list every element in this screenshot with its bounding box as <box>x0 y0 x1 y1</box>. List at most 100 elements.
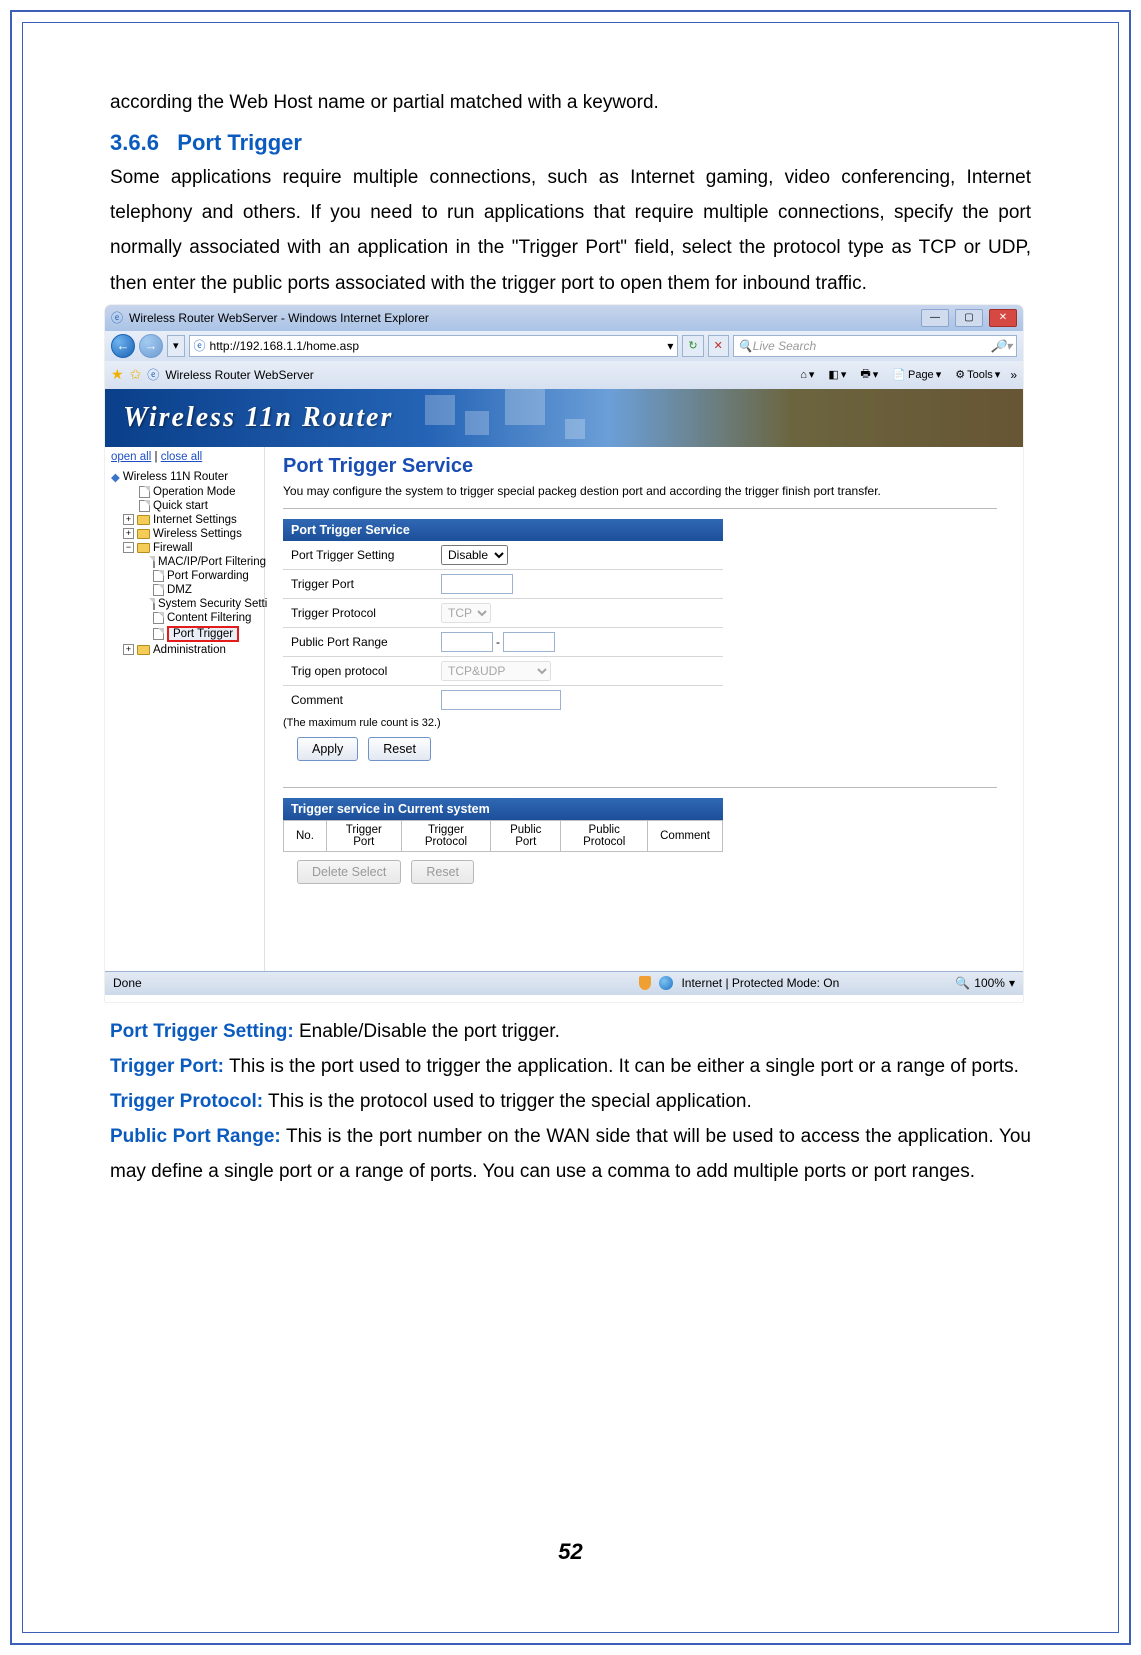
tools-tool[interactable]: ⚙ Tools ▾ <box>951 368 1004 381</box>
row-trigger-port: Trigger Port <box>283 570 723 599</box>
tree-group-firewall[interactable]: − Firewall <box>111 541 260 555</box>
feed-tool[interactable]: ◧ ▾ <box>824 368 850 381</box>
tree-group-wireless[interactable]: + Wireless Settings <box>111 527 260 541</box>
search-field[interactable]: 🔍 Live Search 🔎▾ <box>733 335 1017 357</box>
zoom-icon: 🔍 <box>955 976 970 990</box>
folder-icon <box>137 645 150 655</box>
row-open-proto: Trig open protocol TCP&UDP <box>283 657 723 686</box>
add-favorite-icon[interactable]: ✩ <box>130 366 142 383</box>
minimize-button[interactable]: — <box>921 309 949 327</box>
close-button[interactable]: ✕ <box>989 309 1017 327</box>
section-body: Some applications require multiple conne… <box>110 160 1031 301</box>
label-trigger-port: Trigger Port <box>291 577 441 591</box>
col-pub-proto: Public Protocol <box>561 820 648 851</box>
tree-item-mac-filter[interactable]: MAC/IP/Port Filtering <box>111 555 260 569</box>
collapse-icon[interactable]: − <box>123 542 134 553</box>
rss-icon: ◧ <box>828 368 838 381</box>
tree-item-quick-start[interactable]: Quick start <box>111 499 260 513</box>
definition-term: Public Port Range: <box>110 1126 281 1147</box>
page-tool-icon: 📄 <box>892 368 906 381</box>
tree-item-port-forwarding[interactable]: Port Forwarding <box>111 569 260 583</box>
definition-text: This is the port used to trigger the app… <box>224 1056 1019 1077</box>
col-trig-proto: Trigger Protocol <box>401 820 490 851</box>
definitions-block: Port Trigger Setting: Enable/Disable the… <box>110 1014 1031 1190</box>
maximize-button[interactable]: ▢ <box>955 309 983 327</box>
current-trigger-table: No. Trigger Port Trigger Protocol Public… <box>283 820 723 852</box>
tree-item-port-trigger[interactable]: Port Trigger <box>111 625 260 643</box>
favorites-star-icon[interactable]: ★ <box>111 366 124 383</box>
zoom-value: 100% <box>974 976 1005 990</box>
status-zone: Internet | Protected Mode: On <box>681 976 839 990</box>
home-icon: ⌂ <box>800 369 807 381</box>
tab-ie-icon: ⓔ <box>147 366 159 383</box>
tree-controls: open all | close all <box>111 451 260 463</box>
expand-icon[interactable]: + <box>123 644 134 655</box>
tree-item-sys-security[interactable]: System Security Setti <box>111 597 260 611</box>
folder-icon <box>137 515 150 525</box>
page-icon <box>153 556 155 568</box>
stop-button[interactable]: ✕ <box>708 335 729 357</box>
chevron-down-icon: ▾ <box>1009 976 1015 990</box>
section-title: Port Trigger <box>177 130 302 155</box>
refresh-button[interactable]: ↻ <box>682 335 703 357</box>
current-header: Trigger service in Current system <box>283 798 723 820</box>
definition-term: Trigger Port: <box>110 1056 224 1077</box>
input-trigger-port[interactable] <box>441 574 513 594</box>
form-header: Port Trigger Service <box>283 519 723 541</box>
input-public-end[interactable] <box>503 632 555 652</box>
tree-item-operation-mode[interactable]: Operation Mode <box>111 485 260 499</box>
input-comment[interactable] <box>441 690 561 710</box>
ie-icon: ⓔ <box>111 309 123 326</box>
reset-button-2[interactable]: Reset <box>411 860 474 884</box>
home-tool[interactable]: ⌂ ▾ <box>796 368 818 381</box>
max-rule-note: (The maximum rule count is 32.) <box>283 717 997 729</box>
window-titlebar: ⓔ Wireless Router WebServer - Windows In… <box>105 305 1023 331</box>
globe-icon <box>659 976 673 990</box>
folder-icon <box>137 543 150 553</box>
select-trigger-proto[interactable]: TCP <box>441 603 491 623</box>
apply-button[interactable]: Apply <box>297 737 358 761</box>
page-icon <box>153 584 164 596</box>
shield-icon <box>639 976 651 990</box>
print-tool[interactable]: 🖶 ▾ <box>856 365 882 384</box>
url-field[interactable]: ⓔ http://192.168.1.1/home.asp ▾ <box>189 335 679 357</box>
print-icon: 🖶 <box>860 365 870 384</box>
current-trigger-box: Trigger service in Current system No. Tr… <box>283 798 723 852</box>
forward-button[interactable]: → <box>139 334 163 358</box>
tree-group-admin[interactable]: + Administration <box>111 643 260 657</box>
page-icon <box>153 612 164 624</box>
address-bar: ← → ▾ ⓔ http://192.168.1.1/home.asp ▾ ↻ … <box>105 331 1023 361</box>
tree-root[interactable]: ◆ Wireless 11N Router <box>111 469 260 485</box>
page-icon <box>139 486 150 498</box>
close-all-link[interactable]: close all <box>161 451 203 463</box>
back-button[interactable]: ← <box>111 334 135 358</box>
expand-icon[interactable]: + <box>123 528 134 539</box>
input-public-start[interactable] <box>441 632 493 652</box>
range-dash: - <box>493 635 503 649</box>
select-open-proto[interactable]: TCP&UDP <box>441 661 551 681</box>
select-setting[interactable]: Disable <box>441 545 508 565</box>
label-public-range: Public Port Range <box>291 635 441 649</box>
definition-term: Trigger Protocol: <box>110 1091 263 1112</box>
tree-item-content-filter[interactable]: Content Filtering <box>111 611 260 625</box>
reset-button[interactable]: Reset <box>368 737 431 761</box>
toolbar-chevron-icon[interactable]: » <box>1010 368 1017 382</box>
page-icon <box>153 598 155 610</box>
search-go-icon[interactable]: 🔎▾ <box>991 339 1012 353</box>
section-number: 3.6.6 <box>110 130 159 155</box>
gear-icon: ⚙ <box>955 368 965 381</box>
label-trigger-proto: Trigger Protocol <box>291 606 441 620</box>
url-chevron-icon[interactable]: ▾ <box>667 339 673 353</box>
tree-group-internet[interactable]: + Internet Settings <box>111 513 260 527</box>
router-icon: ◆ <box>111 470 120 484</box>
tree-item-dmz[interactable]: DMZ <box>111 583 260 597</box>
page-tool[interactable]: 📄 Page ▾ <box>888 368 945 381</box>
row-setting: Port Trigger Setting Disable <box>283 541 723 570</box>
tree-item-port-trigger-highlight: Port Trigger <box>167 626 239 642</box>
port-trigger-form: Port Trigger Service Port Trigger Settin… <box>283 519 723 714</box>
delete-select-button[interactable]: Delete Select <box>297 860 401 884</box>
open-all-link[interactable]: open all <box>111 451 151 463</box>
expand-icon[interactable]: + <box>123 514 134 525</box>
nav-dropdown[interactable]: ▾ <box>167 335 185 357</box>
zoom-control[interactable]: 🔍 100% ▾ <box>955 976 1015 990</box>
